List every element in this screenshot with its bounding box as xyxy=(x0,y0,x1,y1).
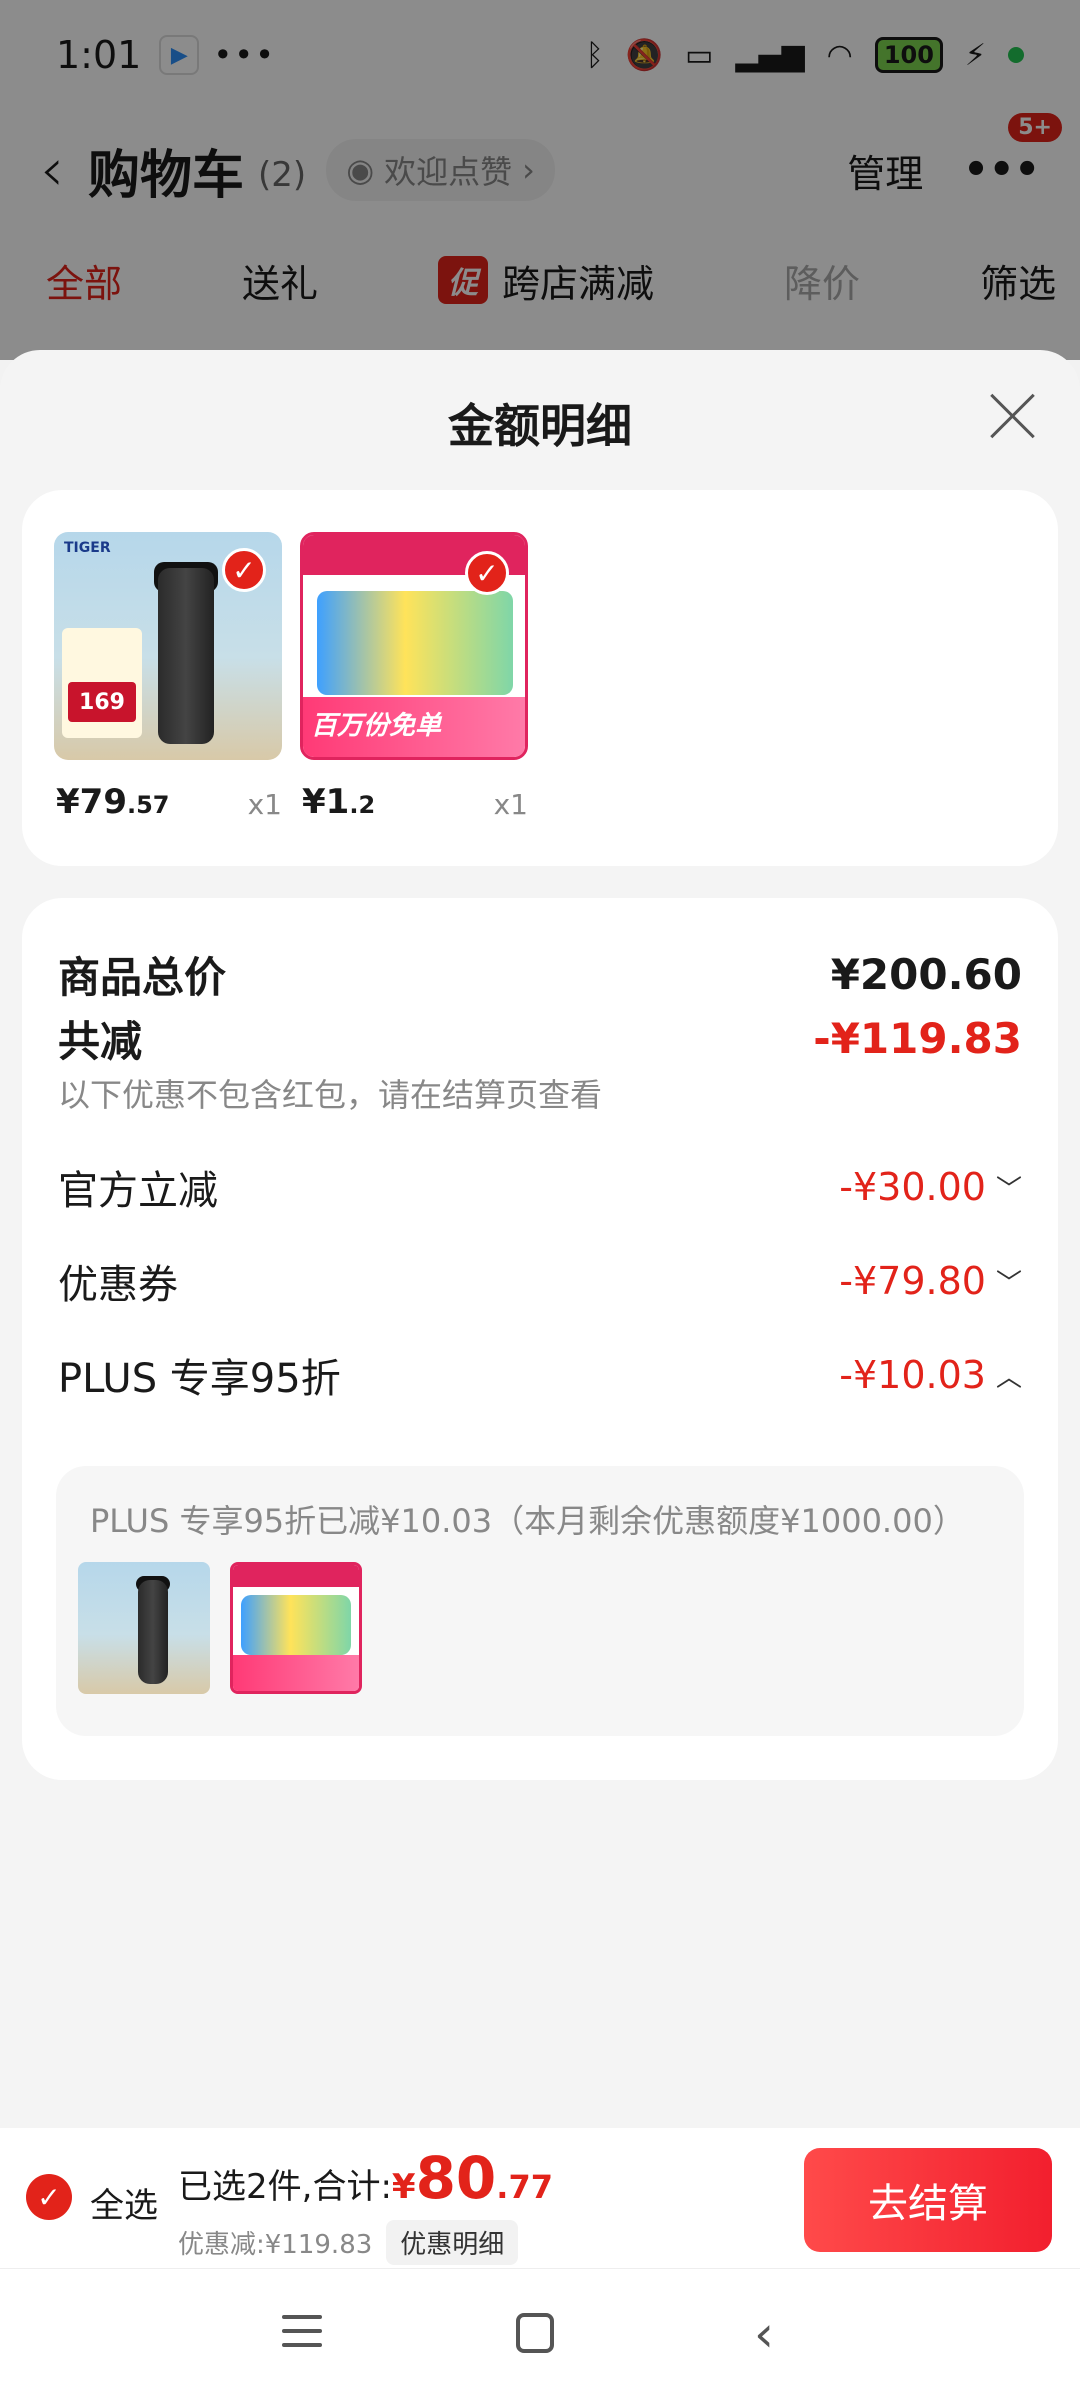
select-all-label[interactable]: 全选 xyxy=(90,2178,158,2227)
total-price-value: ¥200.60 xyxy=(830,950,1022,999)
discount-detail-button[interactable]: 优惠明细 xyxy=(386,2220,519,2265)
selection-summary: 已选2件,合计: ¥ 80 .77 xyxy=(178,2144,553,2212)
thermos-product-image: TIGER 169 ✓ xyxy=(54,532,282,760)
promo-tag-price: 169 xyxy=(68,682,136,722)
total-price-row: 商品总价 ¥200.60 xyxy=(58,944,1022,1005)
price-breakdown-card: 商品总价 ¥200.60 共减 -¥119.83 以下优惠不包含红包，请在结算页… xyxy=(22,898,1058,1780)
close-icon[interactable] xyxy=(988,390,1038,440)
plus-discount-row[interactable]: PLUS 专享95折 -¥10.03 ︿ xyxy=(58,1346,1022,1404)
total-currency: ¥ xyxy=(391,2167,416,2207)
wipes-product-image: 百万份免单 ✓ xyxy=(300,532,528,760)
plus-detail-note: PLUS 专享95折已减¥10.03（本月剩余优惠额度¥1000.00） xyxy=(90,1502,965,1540)
thermos-bottle xyxy=(158,568,214,744)
product-price: ¥79.57 xyxy=(56,782,170,822)
checkmark-icon[interactable]: ✓ xyxy=(465,551,509,595)
plus-discount-label: PLUS 专享95折 xyxy=(58,1356,341,1402)
discount-summary: 优惠减:¥119.83 优惠明细 xyxy=(178,2220,519,2265)
wipes-thumbnail xyxy=(230,1562,362,1694)
total-price-label: 商品总价 xyxy=(58,953,227,1002)
discount-text: 优惠减:¥119.83 xyxy=(178,2230,373,2260)
selected-count-text: 已选2件,合计: xyxy=(178,2167,392,2207)
product-price: ¥1.2 xyxy=(302,782,376,822)
wipes-pack xyxy=(317,591,513,695)
coupon-label: 优惠券 xyxy=(58,1262,178,1308)
total-reduction-label: 共减 xyxy=(58,1017,143,1066)
official-discount-label: 官方立减 xyxy=(58,1168,218,1214)
checkout-button[interactable]: 去结算 xyxy=(804,2148,1052,2252)
sheet-title: 金额明细 xyxy=(448,399,632,453)
selected-products-card: TIGER 169 ✓ ¥79.57 x1 百万份免单 ✓ ¥1.2 x1 xyxy=(22,490,1058,866)
coupon-value: -¥79.80 xyxy=(839,1259,986,1303)
coupon-row[interactable]: 优惠券 -¥79.80 ﹀ xyxy=(58,1252,1022,1310)
reduction-note: 以下优惠不包含红包，请在结算页查看 xyxy=(58,1076,603,1114)
product-item[interactable]: TIGER 169 ✓ ¥79.57 x1 xyxy=(54,532,282,822)
total-integer: 80 xyxy=(415,2144,497,2212)
chevron-down-icon: ﹀ xyxy=(995,1174,1022,1205)
select-all-checkbox[interactable]: ✓ xyxy=(26,2174,72,2220)
amount-detail-sheet: 金额明细 TIGER 169 ✓ ¥79.57 x1 百万份免单 ✓ ¥1.2 xyxy=(0,350,1080,2400)
back-nav-icon[interactable]: ‹ xyxy=(754,2305,774,2363)
tiger-logo: TIGER xyxy=(64,540,111,556)
total-reduction-row: 共减 -¥119.83 xyxy=(58,1008,1022,1069)
thermos-thumbnail xyxy=(78,1562,210,1694)
plus-discount-value: -¥10.03 xyxy=(839,1353,986,1397)
system-nav-bar: ‹ xyxy=(0,2268,1080,2400)
product-quantity: x1 xyxy=(247,788,282,821)
checkout-bar: ✓ 全选 已选2件,合计: ¥ 80 .77 优惠减:¥119.83 优惠明细 … xyxy=(0,2128,1080,2268)
home-icon[interactable] xyxy=(516,2313,554,2353)
product-item[interactable]: 百万份免单 ✓ ¥1.2 x1 xyxy=(300,532,528,822)
menu-icon[interactable] xyxy=(282,2315,322,2349)
official-discount-row[interactable]: 官方立减 -¥30.00 ﹀ xyxy=(58,1158,1022,1216)
wipes-banner: 百万份免单 xyxy=(303,697,525,757)
total-reduction-value: -¥119.83 xyxy=(813,1014,1022,1063)
chevron-down-icon: ﹀ xyxy=(995,1268,1022,1299)
official-discount-value: -¥30.00 xyxy=(839,1165,986,1209)
checkmark-icon[interactable]: ✓ xyxy=(222,548,266,592)
total-decimal: .77 xyxy=(496,2168,553,2206)
product-quantity: x1 xyxy=(493,788,528,821)
plus-detail-panel: PLUS 专享95折已减¥10.03（本月剩余优惠额度¥1000.00） xyxy=(56,1466,1024,1736)
modal-overlay[interactable] xyxy=(0,0,1080,360)
chevron-up-icon: ︿ xyxy=(995,1362,1022,1393)
